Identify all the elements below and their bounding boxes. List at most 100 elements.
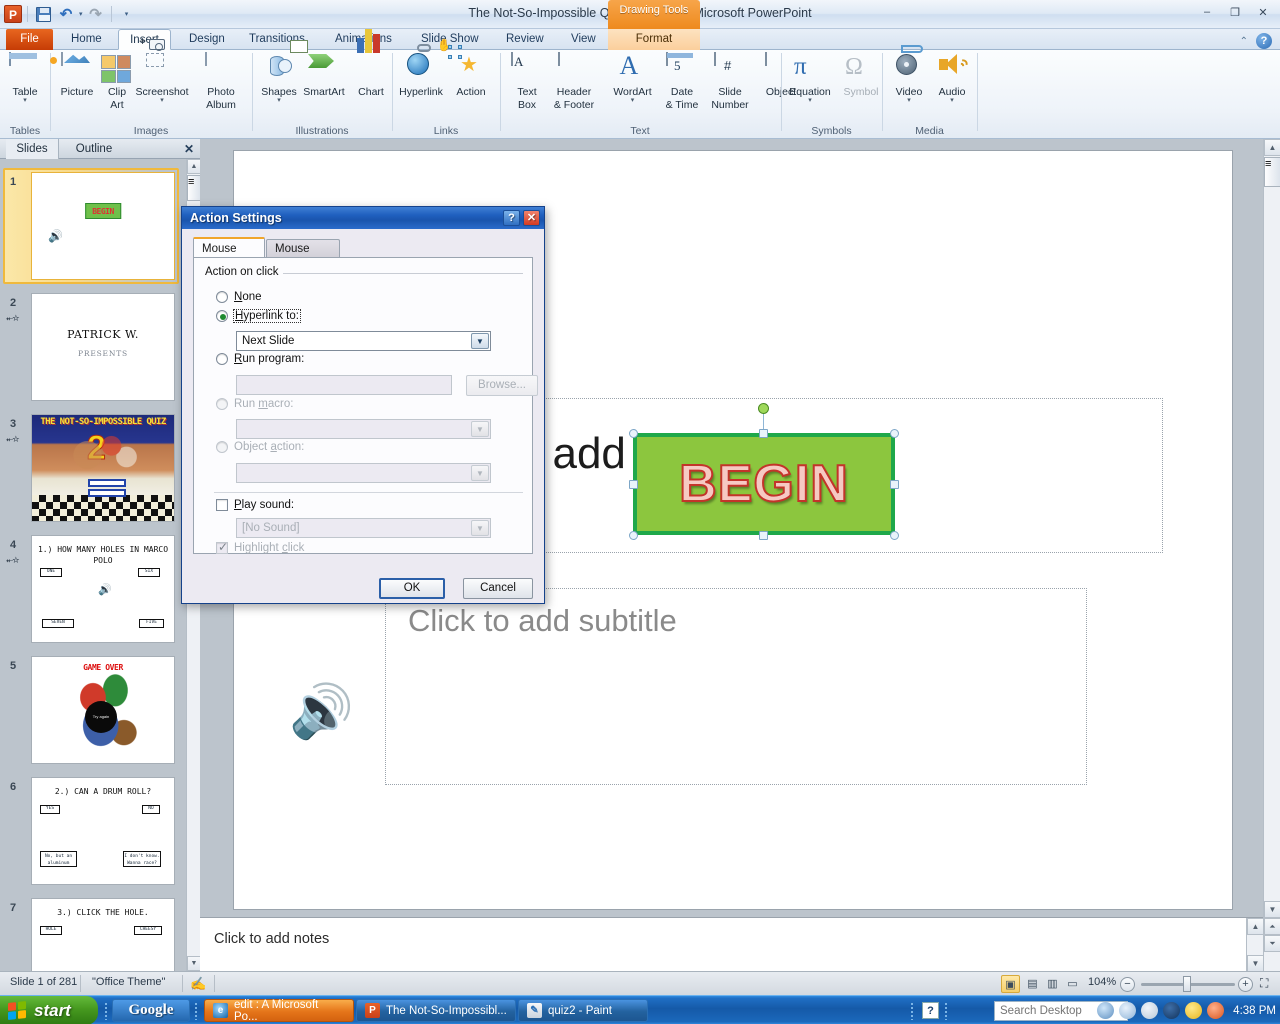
subtitle-placeholder[interactable]: Click to add subtitle (385, 588, 1087, 785)
loading-icon[interactable] (1141, 1002, 1159, 1019)
dialog-tab-mouse-click[interactable]: Mouse Click (193, 237, 265, 276)
close-pane-icon[interactable]: ✕ (184, 142, 194, 156)
radio-row-none[interactable]: None (216, 291, 262, 303)
chart-button[interactable]: Chart (345, 29, 397, 98)
header-footer-button[interactable]: Header & Footer (543, 52, 605, 111)
scroll-down-button[interactable]: ▼ (187, 956, 201, 971)
taskbar-google-toolbar[interactable]: Google (112, 999, 190, 1022)
slide-sorter-view-button[interactable]: ▤ (1023, 975, 1042, 993)
dialog-close-button[interactable]: ✕ (523, 210, 540, 226)
slide-show-view-button[interactable]: ▭ (1063, 975, 1082, 993)
tab-file[interactable]: File (6, 29, 53, 50)
thumbnail-list[interactable]: 1 BEGIN 🔊 2 ⯬☆ PATRICK W. PRESENTS 3 ⯬☆ … (0, 159, 186, 971)
tab-view[interactable]: View (562, 29, 605, 50)
tab-slides[interactable]: Slides (6, 139, 59, 159)
audio-button[interactable]: Audio ▾ (926, 53, 978, 104)
resize-handle-se[interactable] (890, 531, 899, 540)
next-slide-button[interactable]: ⏷ (1264, 935, 1280, 952)
program-path-field[interactable] (236, 375, 452, 395)
slide-number-button[interactable]: Slide Number (704, 52, 756, 111)
radio-hyperlink-to[interactable] (216, 310, 228, 322)
dialog-tab-mouse-over[interactable]: Mouse Over (266, 239, 340, 273)
slide-scroll-down-button[interactable]: ▼ (1264, 901, 1280, 918)
browse-button[interactable]: Browse... (466, 375, 538, 396)
play-sound-checkbox[interactable] (216, 499, 228, 511)
video-dropdown-icon[interactable]: ▾ (907, 97, 911, 104)
search-tray-icon[interactable] (1119, 1002, 1137, 1019)
radio-row-run-program[interactable]: Run program: (216, 353, 304, 365)
scroll-up-button[interactable]: ▲ (187, 159, 201, 174)
resize-handle-ne[interactable] (890, 429, 899, 438)
resize-handle-e[interactable] (890, 480, 899, 489)
rotation-handle[interactable] (758, 403, 769, 414)
notes-scroll-up-button[interactable]: ▲ (1247, 918, 1264, 935)
spell-check-icon[interactable]: ✍ (190, 976, 206, 992)
normal-view-button[interactable]: ▣ (1001, 975, 1020, 993)
notes-scroll-down-button[interactable]: ▼ (1247, 955, 1264, 972)
radio-run-program[interactable] (216, 353, 228, 365)
start-button[interactable]: start (0, 996, 98, 1024)
screenshot-button[interactable]: + Screenshot ▾ (131, 34, 193, 104)
tab-review[interactable]: Review (497, 29, 553, 50)
equation-dropdown-icon[interactable]: ▾ (808, 97, 812, 104)
chevron-down-icon[interactable]: ▼ (471, 333, 489, 349)
notification-icon[interactable]: ? (922, 1002, 939, 1019)
slide-scroll-up-button[interactable]: ▲ (1264, 139, 1280, 156)
chevron-down-icon[interactable]: ▼ (471, 520, 489, 536)
resize-handle-nw[interactable] (629, 429, 638, 438)
resize-handle-n[interactable] (759, 429, 768, 438)
hyperlink-target-combo[interactable]: Next Slide ▼ (236, 331, 491, 351)
play-sound-row[interactable]: Play sound: (216, 499, 294, 511)
radio-row-hyperlink[interactable]: Hyperlink to: (216, 309, 301, 323)
resize-handle-sw[interactable] (629, 531, 638, 540)
back-icon[interactable] (1097, 1002, 1115, 1019)
resize-handle-w[interactable] (629, 480, 638, 489)
cancel-button[interactable]: Cancel (463, 578, 533, 599)
search-input[interactable] (995, 1005, 1099, 1017)
dialog-help-button[interactable]: ? (503, 210, 520, 226)
taskbar-item-internet-explorer[interactable]: e edit : A Microsoft Po... (204, 999, 354, 1023)
taskbar-grip[interactable] (104, 1002, 108, 1020)
slide-scrollbar-thumb[interactable]: ≡ (1264, 157, 1280, 187)
action-button[interactable]: ★ ✋ Action (437, 38, 497, 98)
resize-handle-s[interactable] (759, 531, 768, 540)
zoom-in-button[interactable]: + (1238, 977, 1253, 992)
tab-format[interactable]: Format (608, 29, 700, 50)
zoom-slider-knob[interactable] (1183, 976, 1191, 992)
table-button[interactable]: Table ▾ (0, 52, 51, 104)
previous-slide-button[interactable]: ⏶ (1264, 918, 1280, 935)
taskbar-clock[interactable]: 4:38 PM (1233, 1005, 1276, 1017)
hyperlink-button[interactable]: Hyperlink (395, 44, 447, 98)
begin-shape[interactable]: BEGIN (633, 433, 895, 535)
slide-vertical-scrollbar[interactable]: ▲ ≡ ▼ ⏶ ⏷ (1263, 139, 1280, 971)
restore-button[interactable]: ❐ (1224, 4, 1246, 20)
audio-dropdown-icon[interactable]: ▾ (950, 97, 954, 104)
sound-combo[interactable]: [No Sound] ▼ (236, 518, 491, 538)
taskbar-grip-4[interactable] (944, 1002, 948, 1020)
radio-none[interactable] (216, 291, 228, 303)
smiley-icon[interactable] (1185, 1002, 1203, 1019)
zoom-out-button[interactable]: − (1120, 977, 1135, 992)
wordart-dropdown-icon[interactable]: ▾ (631, 97, 635, 104)
minimize-ribbon-icon[interactable]: ⌃ (1240, 36, 1248, 47)
table-dropdown-icon[interactable]: ▾ (23, 97, 27, 104)
taskbar-grip-2[interactable] (194, 1002, 198, 1020)
notes-scrollbar[interactable]: ▲ ▼ (1246, 918, 1264, 972)
notes-pane[interactable]: Click to add notes ▲ ▼ (200, 917, 1264, 972)
reading-view-button[interactable]: ▥ (1043, 975, 1062, 993)
shapes-dropdown-icon[interactable]: ▾ (277, 97, 281, 104)
ok-button[interactable]: OK (379, 578, 445, 599)
audio-speaker-icon[interactable]: 🔊 (289, 681, 354, 742)
taskbar-item-paint[interactable]: ✎ quiz2 - Paint (518, 999, 648, 1022)
help-icon[interactable]: ? (1256, 33, 1272, 49)
close-button[interactable]: ✕ (1252, 4, 1274, 20)
photo-album-button[interactable]: Photo Album (193, 52, 249, 111)
taskbar-grip-3[interactable] (910, 1002, 914, 1020)
tab-design[interactable]: Design (180, 29, 234, 50)
screenshot-dropdown-icon[interactable]: ▾ (160, 97, 164, 104)
taskbar-item-powerpoint[interactable]: P The Not-So-Impossibl... (356, 999, 516, 1022)
scrollbar-thumb[interactable]: ≡ (187, 175, 201, 201)
amazon-icon[interactable] (1163, 1002, 1181, 1019)
wordart-button[interactable]: WordArt ▾ (606, 53, 659, 105)
equation-button[interactable]: π Equation ▾ (782, 53, 838, 104)
